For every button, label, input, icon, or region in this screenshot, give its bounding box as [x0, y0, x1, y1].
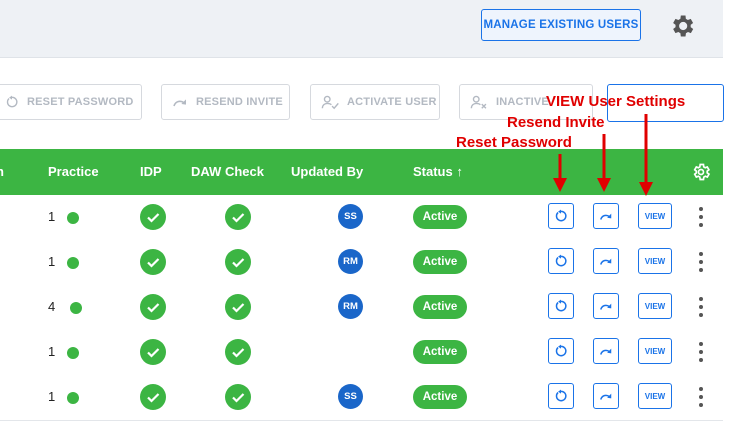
- row-view-button[interactable]: VIEW: [638, 383, 672, 409]
- status-badge: Active: [413, 340, 467, 364]
- practice-status-dot: [70, 302, 82, 314]
- column-header-status[interactable]: Status ↑: [413, 149, 463, 195]
- more-options-icon[interactable]: [697, 251, 705, 273]
- idp-check-icon: [140, 294, 166, 320]
- annotation-view-user-settings: VIEW User Settings: [546, 93, 686, 110]
- practice-status-dot: [67, 257, 79, 269]
- row-view-button[interactable]: VIEW: [638, 338, 672, 364]
- reset-icon: [555, 299, 567, 312]
- row-reset-password-button[interactable]: [548, 293, 574, 319]
- user-check-icon: [321, 95, 339, 110]
- practice-count: 1: [48, 389, 56, 404]
- column-header-idp[interactable]: IDP: [140, 149, 162, 195]
- idp-check-icon: [140, 249, 166, 275]
- table-row[interactable]: 1 RM Active VIEW: [0, 240, 723, 286]
- reset-password-label: RESET PASSWORD: [27, 96, 134, 108]
- reset-icon: [6, 95, 18, 108]
- idp-check-icon: [140, 339, 166, 365]
- table-row[interactable]: 1 Active VIEW: [0, 330, 723, 376]
- redo-icon: [600, 303, 612, 310]
- annotation-resend-invite: Resend Invite: [507, 114, 605, 131]
- avatar: SS: [338, 204, 363, 229]
- more-options-icon[interactable]: [697, 206, 705, 228]
- gear-icon[interactable]: [668, 12, 696, 40]
- practice-count: 1: [48, 209, 56, 224]
- avatar: RM: [338, 249, 363, 274]
- row-view-button[interactable]: VIEW: [638, 203, 672, 229]
- row-resend-invite-button[interactable]: [593, 248, 619, 274]
- more-options-icon[interactable]: [697, 341, 705, 363]
- user-remove-icon: [470, 95, 487, 109]
- column-header-updated-by[interactable]: Updated By: [291, 149, 363, 195]
- avatar: RM: [338, 294, 363, 319]
- status-badge: Active: [413, 250, 467, 274]
- top-bar: MANAGE EXISTING USERS: [0, 0, 723, 58]
- redo-icon: [600, 348, 612, 355]
- daw-check-icon: [225, 384, 251, 410]
- table-row[interactable]: 4 RM Active VIEW: [0, 285, 723, 331]
- daw-check-icon: [225, 204, 251, 230]
- avatar: SS: [338, 384, 363, 409]
- table-header: n Practice IDP DAW Check Updated By Stat…: [0, 149, 723, 195]
- more-options-icon[interactable]: [697, 296, 705, 318]
- column-settings-gear-icon[interactable]: [691, 162, 711, 182]
- idp-check-icon: [140, 204, 166, 230]
- status-badge: Active: [413, 205, 467, 229]
- resend-invite-label: RESEND INVITE: [196, 96, 283, 108]
- redo-icon: [600, 258, 612, 265]
- reset-icon: [555, 209, 567, 222]
- practice-count: 4: [48, 299, 56, 314]
- reset-icon: [555, 254, 567, 267]
- row-reset-password-button[interactable]: [548, 203, 574, 229]
- redo-icon: [173, 99, 186, 107]
- practice-status-dot: [67, 347, 79, 359]
- daw-check-icon: [225, 294, 251, 320]
- reset-password-button[interactable]: RESET PASSWORD: [0, 84, 142, 120]
- more-options-icon[interactable]: [697, 386, 705, 408]
- row-view-button[interactable]: VIEW: [638, 248, 672, 274]
- reset-icon: [555, 389, 567, 402]
- activate-user-button[interactable]: ACTIVATE USER: [310, 84, 440, 120]
- table-row[interactable]: 1 SS Active VIEW: [0, 195, 723, 241]
- column-header-practice[interactable]: Practice: [48, 149, 99, 195]
- inactivate-user-label: INACTIVE: [496, 96, 549, 108]
- practice-count: 1: [48, 344, 56, 359]
- status-badge: Active: [413, 295, 467, 319]
- table-row[interactable]: 1 SS Active VIEW: [0, 375, 723, 421]
- row-reset-password-button[interactable]: [548, 338, 574, 364]
- activate-user-label: ACTIVATE USER: [347, 96, 437, 108]
- daw-check-icon: [225, 249, 251, 275]
- practice-status-dot: [67, 212, 79, 224]
- resend-invite-button[interactable]: RESEND INVITE: [161, 84, 290, 120]
- column-header-daw-check[interactable]: DAW Check: [191, 149, 264, 195]
- manage-existing-users-button[interactable]: MANAGE EXISTING USERS: [481, 9, 641, 41]
- redo-icon: [600, 213, 612, 220]
- status-badge: Active: [413, 385, 467, 409]
- practice-status-dot: [67, 392, 79, 404]
- column-header-truncated: n: [0, 149, 4, 195]
- row-resend-invite-button[interactable]: [593, 338, 619, 364]
- row-resend-invite-button[interactable]: [593, 383, 619, 409]
- idp-check-icon: [140, 384, 166, 410]
- row-resend-invite-button[interactable]: [593, 293, 619, 319]
- reset-icon: [555, 344, 567, 357]
- daw-check-icon: [225, 339, 251, 365]
- row-view-button[interactable]: VIEW: [638, 293, 672, 319]
- practice-count: 1: [48, 254, 56, 269]
- annotation-reset-password: Reset Password: [456, 134, 572, 151]
- redo-icon: [600, 393, 612, 400]
- row-resend-invite-button[interactable]: [593, 203, 619, 229]
- row-reset-password-button[interactable]: [548, 248, 574, 274]
- row-reset-password-button[interactable]: [548, 383, 574, 409]
